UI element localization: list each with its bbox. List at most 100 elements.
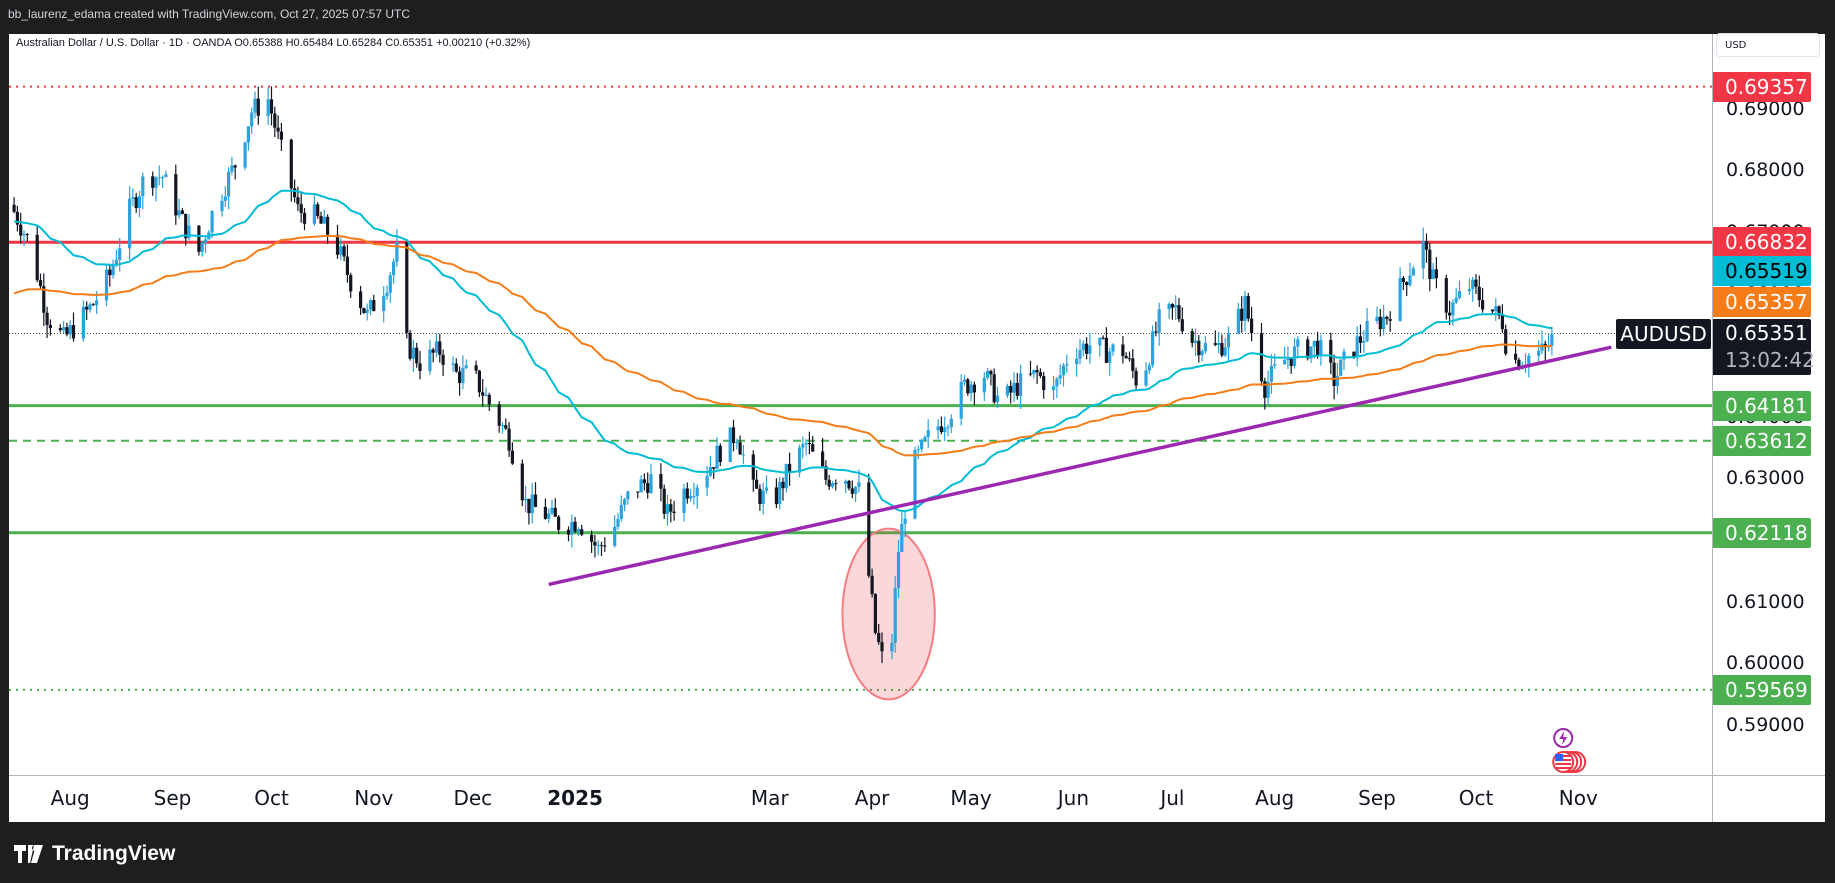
candle-body — [1292, 346, 1297, 367]
candle-body — [873, 594, 877, 633]
candle-body — [850, 488, 854, 494]
candle-body — [1385, 316, 1389, 320]
candle-body — [335, 234, 340, 255]
candle-body — [962, 379, 967, 382]
time-axis-label: Nov — [354, 786, 394, 810]
candle-body — [227, 171, 231, 197]
candle-body — [497, 404, 501, 426]
candle-body — [636, 491, 640, 493]
tradingview-logo[interactable]: TradingView — [14, 842, 175, 866]
candle-body — [1296, 339, 1300, 347]
candle-body — [246, 126, 250, 143]
candle-body — [1217, 342, 1221, 345]
candle-body — [801, 444, 805, 448]
candle-body — [137, 196, 142, 208]
price-tick-label: 0.61000 — [1726, 590, 1805, 613]
candle-body — [936, 426, 940, 431]
candle-body — [1250, 318, 1254, 334]
candle-body — [718, 445, 722, 462]
candle-body — [712, 467, 716, 469]
candle-body — [1424, 241, 1429, 250]
candle-body — [1154, 331, 1158, 333]
candle-body — [553, 507, 557, 517]
candle-body — [365, 309, 369, 313]
candle-body — [972, 384, 976, 393]
candle-body — [662, 488, 666, 514]
candle-body — [626, 491, 630, 500]
last-price: 0.65351 — [1725, 321, 1808, 345]
candle-body — [312, 204, 316, 224]
candle-body — [755, 479, 759, 489]
candle-body — [362, 308, 366, 313]
time-axis-label: Nov — [1558, 786, 1598, 810]
candle-body — [1085, 343, 1089, 354]
candle-body — [180, 210, 184, 214]
candle-body — [200, 242, 204, 252]
candle-body — [1028, 373, 1033, 375]
candle-body — [1177, 305, 1181, 320]
candle-body — [415, 347, 419, 364]
candle-body — [1273, 364, 1277, 366]
candle-body — [372, 300, 376, 312]
candle-body — [1448, 312, 1452, 316]
candle-body — [1358, 336, 1363, 343]
candle-body — [88, 304, 92, 310]
candle-body — [431, 349, 435, 353]
candle-body — [685, 488, 689, 499]
candle-body — [1055, 378, 1059, 387]
candle-body — [154, 177, 158, 188]
candle-body — [342, 246, 346, 257]
candle-body — [38, 280, 43, 287]
candle-body — [434, 341, 439, 353]
candle-body — [1220, 342, 1224, 356]
candle-body — [547, 513, 551, 519]
price-level-tag: 0.59569 — [1713, 674, 1811, 705]
candle-body — [1365, 320, 1369, 342]
candle-body — [682, 488, 686, 513]
currency-button[interactable]: USD — [1716, 33, 1820, 57]
candle-body — [230, 165, 234, 172]
candle-body — [593, 541, 597, 546]
candle-body — [1009, 385, 1013, 393]
candle-body — [781, 481, 785, 489]
candle-body — [576, 529, 580, 532]
tradingview-wordmark: TradingView — [52, 842, 176, 865]
candle-body — [550, 507, 554, 514]
candle-body — [1052, 386, 1056, 391]
price-chart[interactable] — [0, 0, 1835, 883]
candle-body — [596, 545, 600, 547]
candle-body — [1514, 353, 1518, 360]
candle-body — [1226, 333, 1231, 348]
candle-body — [385, 292, 389, 297]
candle-body — [1289, 358, 1293, 367]
candle-body — [111, 265, 115, 276]
tradingview-logo-icon — [14, 845, 43, 863]
candle-body — [1431, 269, 1435, 280]
candle-body — [1101, 337, 1105, 339]
candle-body — [1111, 344, 1115, 352]
candle-body — [896, 551, 901, 589]
candle-body — [533, 494, 538, 507]
candle-body — [289, 139, 293, 189]
candle-body — [408, 332, 412, 359]
price-tick-label: 0.68000 — [1726, 159, 1805, 182]
candle-body — [1131, 358, 1135, 371]
price-level-tag: 0.65519 — [1713, 256, 1811, 286]
candle-body — [1428, 249, 1432, 280]
candle-body — [451, 363, 455, 365]
candle-body — [62, 327, 66, 331]
candle-body — [949, 418, 953, 428]
candle-body — [527, 498, 531, 514]
candle-body — [95, 300, 99, 306]
candle-body — [131, 197, 135, 199]
candle-body — [778, 481, 782, 505]
price-level-tag: 0.65357 — [1713, 287, 1811, 317]
candle-body — [1197, 340, 1201, 356]
time-axis-label: Mar — [750, 786, 789, 810]
candle-body — [669, 504, 673, 512]
candle-body — [619, 504, 623, 519]
candle-body — [128, 198, 132, 249]
price-tick-label: 0.60000 — [1726, 652, 1805, 675]
candle-body — [1190, 331, 1194, 343]
candle-body — [1127, 358, 1132, 360]
